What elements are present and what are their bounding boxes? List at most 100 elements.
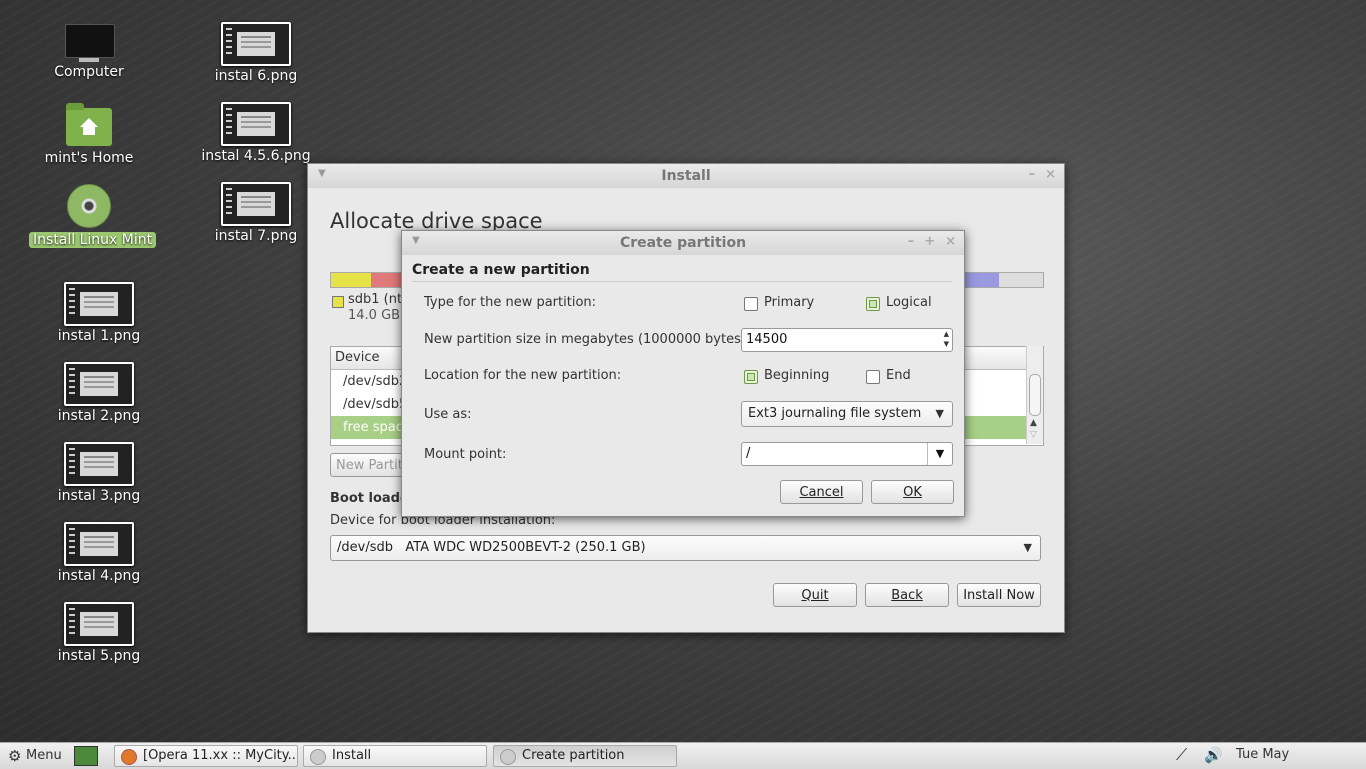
logical-checkbox[interactable] <box>866 297 880 311</box>
desktop-icon-home[interactable]: mint's Home <box>29 103 149 166</box>
task-label: [Opera 11.xx :: MyCity... <box>143 748 298 763</box>
size-label: New partition size in megabytes (1000000… <box>424 332 751 347</box>
type-label: Type for the new partition: <box>424 295 597 310</box>
use-as-label: Use as: <box>424 407 472 422</box>
volume-icon[interactable]: 🔊 <box>1204 746 1223 764</box>
menu-label: Menu <box>26 748 62 763</box>
desktop-icon-instal-456[interactable]: instal 4.5.6.png <box>196 102 316 164</box>
scroll-down-icon[interactable]: ▽ <box>1030 430 1037 440</box>
gear-icon: ⚙ <box>8 747 22 765</box>
end-checkbox[interactable] <box>866 370 880 384</box>
desktop-icon-instal-6[interactable]: instal 6.png <box>196 22 316 84</box>
divider <box>412 281 952 282</box>
desktop-icon-label: mint's Home <box>44 150 134 166</box>
install-now-label: Install Now <box>963 587 1035 603</box>
install-titlebar[interactable]: ▼ Install – × <box>308 164 1064 188</box>
spin-arrows-icon[interactable]: ▲ ▼ <box>944 329 949 349</box>
dialog-titlebar[interactable]: ▼ Create partition – + × <box>402 231 964 255</box>
desktop-icon-label: instal 7.png <box>214 228 298 244</box>
beginning-label[interactable]: Beginning <box>764 368 829 383</box>
back-label: Back <box>891 587 923 603</box>
desktop-icon-label: instal 5.png <box>57 648 141 664</box>
task-create-partition[interactable]: Create partition <box>493 745 677 767</box>
desktop-icon-label: Install Linux Mint <box>29 232 157 248</box>
image-file-icon <box>64 602 134 646</box>
back-button[interactable]: Back <box>865 583 949 607</box>
task-label: Install <box>332 748 372 763</box>
mount-value: / <box>746 446 751 461</box>
mount-label: Mount point: <box>424 447 507 462</box>
home-folder-icon <box>66 103 112 146</box>
image-file-icon <box>64 522 134 566</box>
boot-loader-heading: Boot loade <box>330 491 409 506</box>
dropdown-arrow-icon: ▼ <box>1023 541 1032 554</box>
minimize-icon[interactable]: – <box>908 234 915 249</box>
installer-icon <box>310 749 326 765</box>
quit-label: Quit <box>801 587 829 603</box>
logical-label[interactable]: Logical <box>886 295 932 310</box>
close-icon[interactable]: × <box>945 234 956 249</box>
image-file-icon <box>64 362 134 406</box>
desktop-icon-computer[interactable]: Computer <box>29 24 149 80</box>
desktop-icon-instal-3[interactable]: instal 3.png <box>39 442 159 504</box>
clock[interactable]: Tue May <box>1236 747 1289 762</box>
boot-device-select[interactable]: /dev/sdb ATA WDC WD2500BEVT-2 (250.1 GB)… <box>330 535 1041 561</box>
end-label[interactable]: End <box>886 368 911 383</box>
window-menu-icon[interactable]: ▼ <box>318 168 326 179</box>
size-value: 14500 <box>746 332 788 347</box>
opera-icon <box>121 749 137 765</box>
legend-size: 14.0 GB <box>348 308 401 323</box>
minimize-icon[interactable]: – <box>1029 167 1036 182</box>
scroll-up-icon[interactable]: ▲ <box>1030 418 1037 428</box>
beginning-checkbox[interactable] <box>744 370 758 384</box>
cancel-label: Cancel <box>799 484 844 500</box>
maximize-icon[interactable]: + <box>924 234 935 249</box>
desktop-icon-install-linux-mint[interactable]: Install Linux Mint <box>29 184 157 248</box>
taskbar: ⚙ Menu [Opera 11.xx :: MyCity... Install… <box>0 742 1366 769</box>
legend-swatch <box>332 296 344 308</box>
task-install[interactable]: Install <box>303 745 487 767</box>
desktop-icon-label: instal 4.png <box>57 568 141 584</box>
desktop-icon-label: Computer <box>54 64 124 80</box>
primary-checkbox[interactable] <box>744 297 758 311</box>
desktop-icon-label: instal 2.png <box>57 408 141 424</box>
desktop-icon-instal-4[interactable]: instal 4.png <box>39 522 159 584</box>
table-scrollbar[interactable]: ▲ ▽ <box>1026 346 1043 444</box>
size-spinbutton[interactable]: 14500 ▲ ▼ <box>741 328 953 352</box>
task-opera[interactable]: [Opera 11.xx :: MyCity... <box>114 745 298 767</box>
image-file-icon <box>64 282 134 326</box>
use-as-value: Ext3 journaling file system <box>748 406 922 421</box>
desktop-icon-instal-2[interactable]: instal 2.png <box>39 362 159 424</box>
dropdown-arrow-icon[interactable]: ▼ <box>927 443 952 465</box>
legend-name: sdb1 (nt <box>348 292 403 307</box>
cancel-button[interactable]: Cancel <box>780 480 863 504</box>
window-menu-icon[interactable]: ▼ <box>412 235 420 246</box>
quit-button[interactable]: Quit <box>773 583 857 607</box>
dialog-title: Create partition <box>619 235 747 251</box>
install-now-button[interactable]: Install Now <box>957 583 1041 607</box>
mount-point-combo[interactable]: / ▼ <box>741 442 953 466</box>
desktop-icon-label: instal 4.5.6.png <box>201 148 311 164</box>
use-as-select[interactable]: Ext3 journaling file system ▼ <box>741 401 953 427</box>
close-icon[interactable]: × <box>1045 167 1056 182</box>
primary-label[interactable]: Primary <box>764 295 814 310</box>
ok-button[interactable]: OK <box>871 480 954 504</box>
network-icon[interactable]: ⟋ <box>1176 745 1187 765</box>
scrollbar-thumb[interactable] <box>1029 374 1041 416</box>
desktop-icon-label: instal 1.png <box>57 328 141 344</box>
boot-device-value: /dev/sdb ATA WDC WD2500BEVT-2 (250.1 GB) <box>337 540 646 555</box>
menu-button[interactable]: ⚙ Menu <box>6 746 62 766</box>
cd-icon <box>67 184 111 228</box>
image-file-icon <box>221 22 291 66</box>
image-file-icon <box>221 182 291 226</box>
image-file-icon <box>221 102 291 146</box>
task-label: Create partition <box>522 748 625 763</box>
new-partition-button[interactable]: New Partiti <box>330 453 410 477</box>
desktop-icon-instal-7[interactable]: instal 7.png <box>196 182 316 244</box>
installer-icon <box>500 749 516 765</box>
desktop-icon-instal-1[interactable]: instal 1.png <box>39 282 159 344</box>
ok-label: OK <box>903 484 922 500</box>
computer-icon <box>65 24 115 62</box>
desktop-icon-instal-5[interactable]: instal 5.png <box>39 602 159 664</box>
show-desktop-icon[interactable] <box>74 746 98 766</box>
